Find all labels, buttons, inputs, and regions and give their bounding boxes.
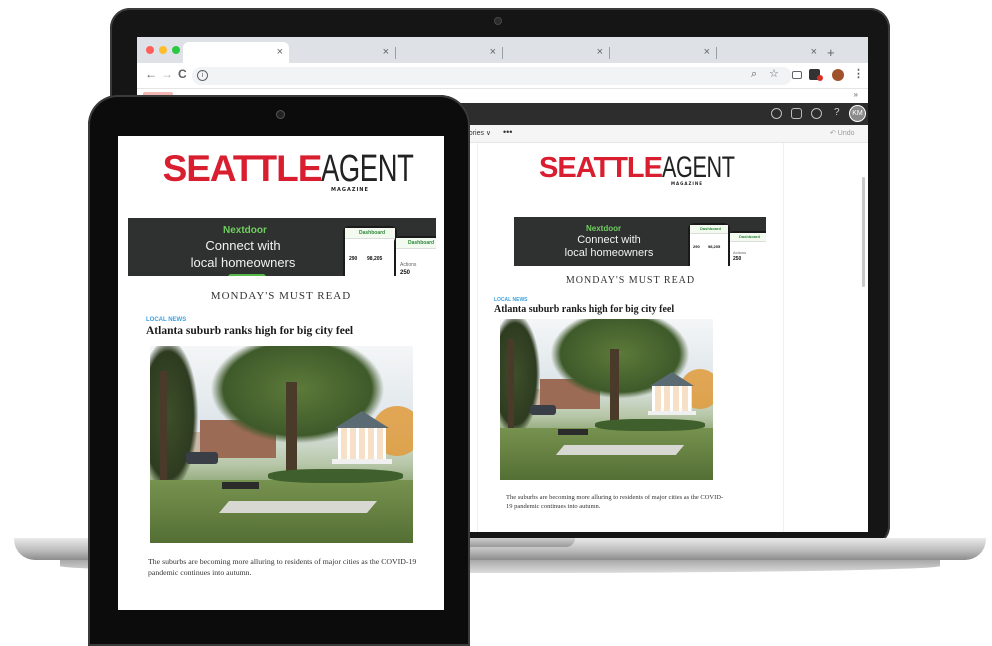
ad-cta-button[interactable]: [228, 274, 266, 276]
bookmark-star-icon[interactable]: ☆: [769, 69, 779, 80]
ad-phone-mockup-2: Dashboard Actions 250: [728, 231, 766, 266]
scrollbar[interactable]: [862, 177, 865, 287]
settings-icon[interactable]: [811, 108, 822, 119]
browser-tab[interactable]: ×: [503, 42, 609, 63]
bell-icon[interactable]: [791, 108, 802, 119]
help-icon[interactable]: ?: [834, 107, 840, 118]
camera-extension-icon[interactable]: [792, 71, 802, 79]
browser-menu-icon[interactable]: ⋮: [853, 69, 864, 80]
address-bar[interactable]: i: [192, 67, 792, 85]
browser-toolbar: ← → C i ⌕ ☆ ⋮: [137, 63, 868, 89]
tab-close-icon[interactable]: ×: [597, 47, 603, 58]
article-category[interactable]: LOCAL NEWS: [494, 297, 528, 303]
tablet-screen: SEATTLE AGENT MAGAZINE Nextdoor Connect w…: [118, 136, 444, 610]
article-title[interactable]: Atlanta suburb ranks high for big city f…: [146, 325, 353, 337]
undo-button[interactable]: ↶ Undo: [830, 129, 855, 137]
newsletter-email: SEATTLE AGENT MAGAZINE Nextdoor Connect w…: [477, 143, 784, 532]
maximize-window-button[interactable]: [172, 46, 180, 54]
back-icon[interactable]: ←: [145, 68, 157, 80]
nextdoor-ad-banner[interactable]: Nextdoor Connect with local homeowners Da…: [514, 217, 766, 266]
nextdoor-brand: Nextdoor: [223, 225, 267, 236]
ad-phone-mockup-2: Dashboard Actions 250: [394, 236, 436, 276]
tablet-camera: [276, 110, 285, 119]
window-controls: [146, 46, 180, 54]
article-photo[interactable]: [500, 319, 713, 480]
browser-tab[interactable]: ×: [396, 42, 502, 63]
tab-close-icon[interactable]: ×: [704, 47, 710, 58]
seattle-agent-logo: SEATTLE AGENT: [539, 151, 735, 184]
article-summary: The suburbs are becoming more alluring t…: [506, 494, 724, 510]
user-avatar[interactable]: KM: [849, 105, 866, 122]
laptop-camera: [494, 17, 502, 25]
ad-phone-mockup: Dashboard 290 98,205: [343, 226, 397, 276]
browser-tab[interactable]: ×: [717, 42, 823, 63]
zoom-search-icon[interactable]: ⌕: [751, 69, 757, 80]
tab-close-icon[interactable]: ×: [811, 47, 817, 58]
section-title: MONDAY'S MUST READ: [565, 275, 696, 286]
article-summary: The suburbs are becoming more alluring t…: [148, 557, 417, 577]
forward-icon[interactable]: →: [161, 68, 173, 80]
browser-tab[interactable]: ×: [289, 42, 395, 63]
ad-headline: Connect with local homeowners: [190, 238, 296, 270]
site-info-icon[interactable]: i: [197, 70, 208, 81]
tab-close-icon[interactable]: ×: [383, 47, 389, 58]
browser-tabstrip: × × × × × × +: [137, 37, 868, 63]
new-tab-button[interactable]: +: [827, 46, 835, 59]
article-photo[interactable]: [150, 346, 413, 543]
ad-headline: Connect with local homeowners: [564, 234, 654, 259]
magazine-wordmark: MAGAZINE: [331, 187, 369, 193]
magazine-wordmark: MAGAZINE: [671, 181, 703, 186]
bookmarks-overflow-icon[interactable]: »: [854, 90, 858, 99]
browser-tab[interactable]: ×: [183, 42, 289, 63]
seattle-agent-logo: SEATTLE AGENT: [162, 148, 415, 190]
section-title: MONDAY'S MUST READ: [210, 290, 352, 302]
ad-phone-mockup: Dashboard 290 98,205: [688, 223, 730, 266]
article-title[interactable]: Atlanta suburb ranks high for big city f…: [494, 304, 674, 315]
skype-icon[interactable]: [771, 108, 782, 119]
tab-close-icon[interactable]: ×: [490, 47, 496, 58]
close-window-button[interactable]: [146, 46, 154, 54]
browser-tab[interactable]: ×: [610, 42, 716, 63]
article-category[interactable]: LOCAL NEWS: [146, 317, 186, 323]
nextdoor-ad-banner[interactable]: Nextdoor Connect with local homeowners Da…: [128, 218, 436, 276]
nextdoor-brand: Nextdoor: [586, 224, 622, 233]
extension-badge: [817, 75, 823, 81]
more-options-icon[interactable]: •••: [503, 127, 512, 137]
profile-avatar[interactable]: [832, 69, 844, 81]
reload-icon[interactable]: C: [178, 68, 187, 80]
tab-close-icon[interactable]: ×: [277, 47, 283, 58]
minimize-window-button[interactable]: [159, 46, 167, 54]
